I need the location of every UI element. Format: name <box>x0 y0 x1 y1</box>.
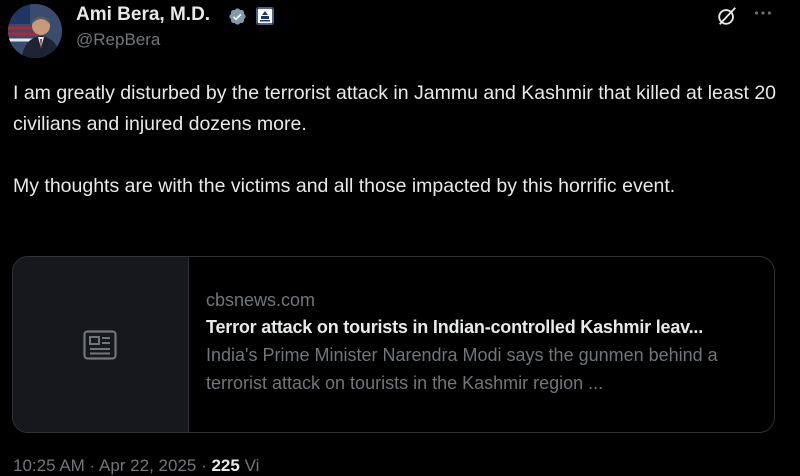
card-description: India's Prime Minister Narendra Modi say… <box>206 345 718 393</box>
more-icon[interactable] <box>752 2 774 24</box>
avatar[interactable] <box>8 4 62 58</box>
tweet-paragraph: I am greatly disturbed by the terrorist … <box>13 82 777 135</box>
meta-separator: · <box>196 456 212 475</box>
views-label: Vi <box>239 456 260 475</box>
verified-badge-icon <box>229 8 246 25</box>
card-domain: cbsnews.com <box>206 290 316 310</box>
government-badge-icon <box>256 7 274 25</box>
tweet-text: I am greatly disturbed by the terrorist … <box>13 78 783 202</box>
link-preview-card[interactable]: cbsnews.com Terror attack on tourists in… <box>12 256 775 433</box>
card-title[interactable]: Terror attack on tourists in Indian-cont… <box>206 313 766 341</box>
tweet-paragraph: My thoughts are with the victims and all… <box>13 175 676 197</box>
card-thumbnail <box>13 257 189 432</box>
tweet-time[interactable]: 10:25 AM <box>13 456 85 475</box>
tweet: Ami Bera, M.D. @RepBera I am greatly dis… <box>0 0 800 475</box>
author-handle[interactable]: @RepBera <box>76 30 160 50</box>
views-count: 225 <box>211 456 240 475</box>
tweet-meta: 10:25 AM · Apr 22, 2025 · 225 Vi <box>13 456 259 476</box>
meta-separator: · <box>84 456 99 475</box>
grok-icon[interactable] <box>716 5 738 27</box>
avatar-photo <box>8 4 62 58</box>
card-body: cbsnews.com Terror attack on tourists in… <box>206 287 766 397</box>
article-icon <box>83 330 117 360</box>
author-name[interactable]: Ami Bera, M.D. <box>76 4 210 26</box>
tweet-date[interactable]: Apr 22, 2025 <box>99 456 196 475</box>
